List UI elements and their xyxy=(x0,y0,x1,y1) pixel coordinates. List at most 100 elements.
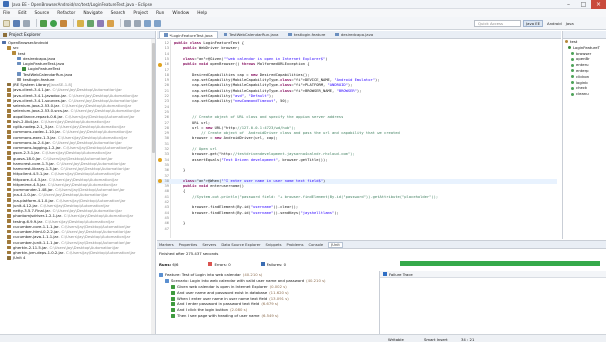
external-tools-icon[interactable] xyxy=(60,19,67,27)
save-all-icon[interactable] xyxy=(23,19,30,27)
perspective-java-ee[interactable]: Java EE xyxy=(523,20,544,27)
menu-source[interactable]: Source xyxy=(35,11,50,16)
project-icon xyxy=(2,40,6,45)
quick-access-input[interactable]: Quick Access xyxy=(474,20,521,27)
perspective-android[interactable]: Android xyxy=(547,21,562,26)
java-file-icon xyxy=(223,32,228,37)
menu-refactor[interactable]: Refactor xyxy=(57,11,75,16)
menu-window[interactable]: Window xyxy=(172,11,189,16)
project-explorer-tab[interactable]: Project Explorer xyxy=(0,31,155,39)
eclipse-app-icon xyxy=(3,1,9,7)
outline-item[interactable]: cleanu xyxy=(563,91,606,97)
junit-test-item[interactable]: Then I see page with heading of user nam… xyxy=(159,313,377,319)
junit-stats: Runs: 6/6 Errors: 0 Failures: 0 xyxy=(159,260,399,268)
new-class-icon[interactable] xyxy=(87,19,94,27)
menu-navigate[interactable]: Navigate xyxy=(83,11,102,16)
search-icon[interactable] xyxy=(107,19,114,27)
bottom-tab-properties[interactable]: Properties xyxy=(179,243,198,247)
project-explorer: Project Explorer OpenBrowserAndroid src te… xyxy=(0,31,156,334)
code-text: assertEquals("Test Driven development", … xyxy=(174,157,328,162)
bottom-tab-junit[interactable]: JUnit xyxy=(328,241,343,248)
editor-tab-label: desiredcapa.java xyxy=(340,32,374,37)
jar-icon xyxy=(7,119,11,124)
debug-icon[interactable] xyxy=(40,19,47,27)
new-file-icon[interactable] xyxy=(3,19,10,27)
feature-file-icon xyxy=(17,77,21,82)
jar-icon xyxy=(7,140,11,145)
menu-help[interactable]: Help xyxy=(197,11,207,16)
menu-file[interactable]: File xyxy=(3,11,10,16)
bottom-tab-snippets[interactable]: Snippets xyxy=(266,243,282,247)
forward-icon[interactable] xyxy=(134,19,141,27)
jar-icon xyxy=(7,235,11,239)
bottom-tab-data-source-explorer[interactable]: Data Source Explorer xyxy=(221,243,260,247)
code-text: browser.findElement(By.id("username")).c… xyxy=(174,205,299,210)
code-editor: *LoginFeatureTest.java TestWebCalendarRun… xyxy=(157,31,561,239)
minimize-icon[interactable]: – xyxy=(561,0,576,9)
bottom-tab-console[interactable]: Console xyxy=(309,243,324,247)
maximize-icon[interactable]: □ xyxy=(576,0,591,9)
folder-icon xyxy=(3,32,7,37)
menu-project[interactable]: Project xyxy=(133,11,148,16)
scroll-thumb[interactable] xyxy=(151,43,155,153)
menu-search[interactable]: Search xyxy=(111,11,126,16)
menu-edit[interactable]: Edit xyxy=(18,11,26,16)
jar-icon xyxy=(7,224,11,229)
new-package-icon[interactable] xyxy=(77,19,84,27)
code-text: cap.setCapability("newCommandTimeout", 5… xyxy=(174,99,290,104)
save-icon[interactable] xyxy=(13,19,20,27)
tree-item[interactable]: JUnit 4 xyxy=(0,255,155,260)
junit-test-tree: Feature: Test of Login into web calendar… xyxy=(159,272,377,319)
code-text: browser = new AndroidDriver(url, cap); xyxy=(174,136,278,141)
bottom-tab-markers[interactable]: Markers xyxy=(159,243,174,247)
failure-trace-header: Failure Trace xyxy=(380,271,606,278)
menu-run[interactable]: Run xyxy=(156,11,164,16)
code-text: browser.get("http://testdrivendevelopmen… xyxy=(174,152,355,157)
java-file-icon xyxy=(17,56,21,61)
code-area[interactable]: 12 public class LoginFeatureTest {13 publ… xyxy=(157,40,557,238)
next-annotation-icon[interactable] xyxy=(144,19,151,27)
runs-count: Runs: 6/6 xyxy=(159,262,178,267)
outline-tab[interactable] xyxy=(563,31,606,39)
previous-annotation-icon[interactable] xyxy=(154,19,161,27)
java-file-icon xyxy=(17,72,21,76)
close-icon[interactable]: × xyxy=(591,0,606,9)
test-pass-icon xyxy=(171,314,175,319)
code-text: // Create object of URL class and specif… xyxy=(192,115,344,120)
bottom-tab-problems[interactable]: Problems xyxy=(287,243,304,247)
tree-item-label: JUnit 4 xyxy=(13,255,26,261)
method-icon xyxy=(571,80,574,84)
class-icon xyxy=(568,46,571,50)
junit-test-label: Then I see page with heading of user nam… xyxy=(177,313,260,319)
outline-item-label: cleanu xyxy=(576,91,589,97)
errors-count: Errors: 0 xyxy=(208,261,231,267)
editor-tab[interactable]: TestWebCalendarRun.java xyxy=(220,31,283,38)
jar-icon xyxy=(7,135,11,139)
code-text: url = new URL("http://127.0.0.1:4723/wd/… xyxy=(174,125,296,130)
bottom-tab-servers[interactable]: Servers xyxy=(202,243,216,247)
editor-tab[interactable]: desiredcapa.java xyxy=(331,31,377,38)
jar-icon xyxy=(7,161,11,166)
back-icon[interactable] xyxy=(124,19,131,27)
jar-icon xyxy=(7,109,11,113)
project-explorer-scrollbar[interactable] xyxy=(151,39,155,334)
test-pass-icon xyxy=(171,284,175,289)
jar-icon xyxy=(7,214,11,218)
run-icon[interactable] xyxy=(50,19,57,27)
junit-finished-text: Finished after 275.437 seconds xyxy=(159,251,219,256)
toolbar-separator xyxy=(73,19,74,27)
bottom-panel: Markers Properties Servers Data Source Expl… xyxy=(157,240,606,334)
window-title: Java EE - OpenBrowserAndroid/src/test/Lo… xyxy=(12,1,153,7)
perspective-java[interactable]: Java xyxy=(566,21,574,26)
outline-view: test LoginFeatureT browser openBr enteru ente… xyxy=(562,31,606,239)
jar-icon xyxy=(7,172,11,176)
jar-icon xyxy=(7,193,11,197)
errors-value: 0 xyxy=(228,261,231,267)
editor-tab[interactable]: *LoginFeatureTest.java xyxy=(159,31,218,38)
open-type-icon[interactable] xyxy=(97,19,104,27)
code-text: class="an">@When("^I enter user name in … xyxy=(183,178,326,183)
failures-count: Failures: 0 xyxy=(260,262,286,267)
method-icon xyxy=(571,51,574,55)
editor-tab[interactable]: testlogin.feature xyxy=(284,31,329,38)
